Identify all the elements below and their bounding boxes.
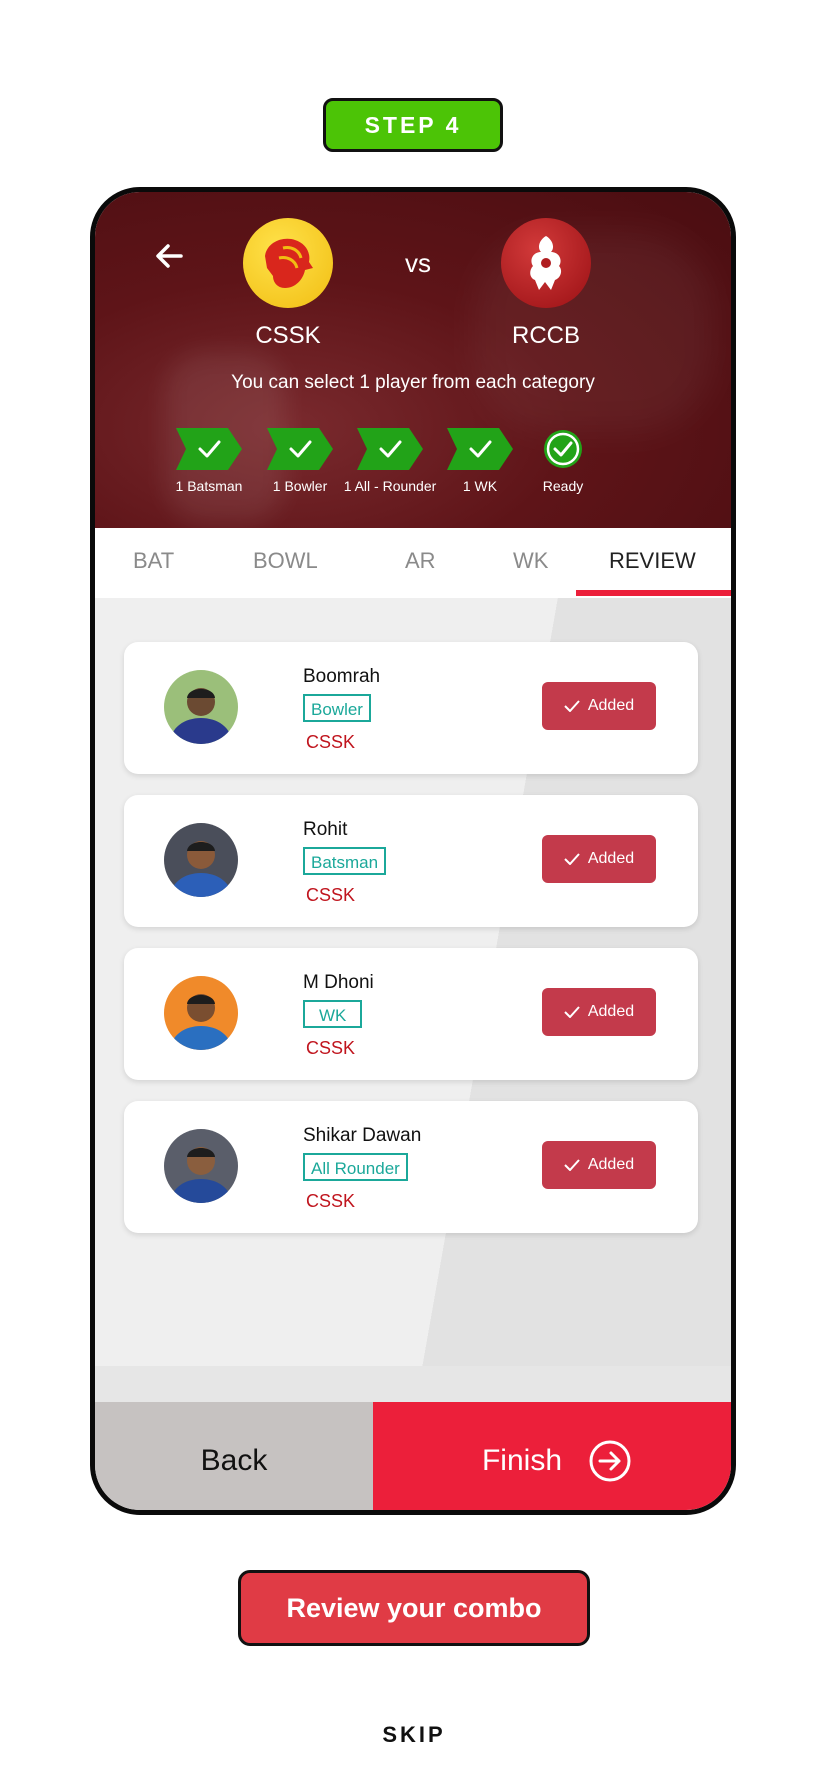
checkmark-icon	[564, 1006, 580, 1018]
player-avatar	[164, 1129, 238, 1203]
check-chevron-icon	[447, 428, 513, 470]
checkmark-icon	[564, 1159, 580, 1171]
added-button[interactable]: Added	[542, 682, 656, 730]
back-button[interactable]: Back	[95, 1402, 373, 1510]
check-chevron-icon	[357, 428, 423, 470]
back-arrow-icon[interactable]	[151, 238, 187, 274]
selection-instruction: You can select 1 player from each catego…	[231, 372, 595, 393]
check-chevron-icon	[176, 428, 242, 470]
cssk-logo-icon	[243, 218, 333, 308]
player-name: Shikar Dawan	[303, 1125, 422, 1146]
player-role-badge: WK	[303, 1000, 363, 1028]
step-badge: STEP 4	[323, 98, 503, 152]
added-label: Added	[587, 697, 635, 714]
player-list: Boomrah Bowler CSSK Added Rohit Batsman …	[95, 598, 731, 1366]
team-b-name: RCCB	[511, 322, 580, 349]
player-name: Rohit	[303, 819, 348, 840]
player-card: Boomrah Bowler CSSK Added	[124, 642, 698, 774]
phone-frame: vs CSSK RCCB You can select 1 player fro…	[90, 187, 736, 1515]
team-a-name: CSSK	[255, 322, 321, 349]
player-name: Boomrah	[303, 666, 381, 687]
player-team: CSSK	[306, 1038, 356, 1058]
category-label: 1 All - Rounder	[343, 478, 437, 494]
match-header: vs CSSK RCCB You can select 1 player fro…	[95, 192, 731, 528]
player-role-badge: All Rounder	[303, 1153, 408, 1181]
category-tabs: BAT BOWL AR WK REVIEW	[95, 528, 731, 598]
player-name: M Dhoni	[303, 972, 374, 993]
finish-label: Finish	[481, 1444, 563, 1477]
added-label: Added	[587, 1156, 635, 1173]
tab-bowl[interactable]: BOWL	[253, 548, 318, 574]
category-ready: Ready	[513, 428, 613, 494]
skip-link[interactable]: SKIP	[0, 1722, 828, 1748]
category-label: 1 Batsman	[175, 478, 243, 494]
player-card: M Dhoni WK CSSK Added	[124, 948, 698, 1080]
versus-label: vs	[405, 248, 431, 278]
player-card: Rohit Batsman CSSK Added	[124, 795, 698, 927]
player-avatar	[164, 823, 238, 897]
category-all-rounder: 1 All - Rounder	[340, 428, 440, 494]
player-card: Shikar Dawan All Rounder CSSK Added	[124, 1101, 698, 1233]
category-label: Ready	[542, 478, 584, 494]
tab-bat[interactable]: BAT	[133, 548, 174, 574]
added-button[interactable]: Added	[542, 835, 656, 883]
player-team: CSSK	[306, 1191, 356, 1211]
review-combo-button[interactable]: Review your combo	[238, 1570, 590, 1646]
added-button[interactable]: Added	[542, 1141, 656, 1189]
player-role-badge: Batsman	[303, 847, 387, 875]
player-team: CSSK	[306, 732, 356, 752]
category-batsman: 1 Batsman	[159, 428, 259, 494]
check-circle-icon	[544, 430, 582, 468]
category-bowler: 1 Bowler	[250, 428, 350, 494]
added-label: Added	[587, 850, 635, 867]
added-button[interactable]: Added	[542, 988, 656, 1036]
finish-button[interactable]: Finish	[373, 1402, 731, 1510]
category-label: 1 Bowler	[272, 478, 328, 494]
checkmark-icon	[564, 700, 580, 712]
tab-wk[interactable]: WK	[513, 548, 548, 574]
added-label: Added	[587, 1003, 635, 1020]
arrow-right-circle-icon	[589, 1440, 631, 1482]
player-role-badge: Bowler	[303, 694, 371, 722]
player-avatar	[164, 670, 238, 744]
check-chevron-icon	[267, 428, 333, 470]
active-tab-indicator	[576, 590, 731, 596]
player-team: CSSK	[306, 885, 356, 905]
tab-review[interactable]: REVIEW	[609, 548, 696, 574]
rccb-logo-icon	[501, 218, 591, 308]
player-avatar	[164, 976, 238, 1050]
checkmark-icon	[564, 853, 580, 865]
tab-ar[interactable]: AR	[405, 548, 436, 574]
